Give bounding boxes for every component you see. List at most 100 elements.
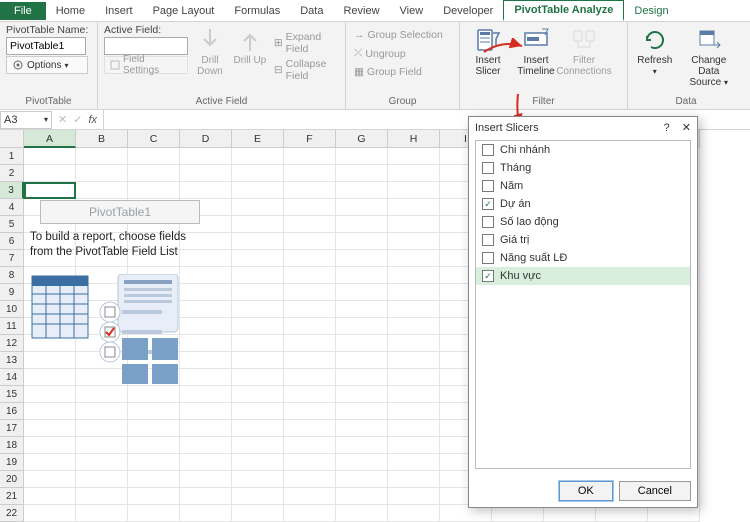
row-header[interactable]: 4 bbox=[0, 199, 24, 216]
cancel-button[interactable]: Cancel bbox=[619, 481, 691, 501]
tab-review[interactable]: Review bbox=[333, 2, 389, 20]
cell[interactable] bbox=[388, 369, 440, 386]
cell[interactable] bbox=[24, 420, 76, 437]
tab-home[interactable]: Home bbox=[46, 2, 95, 20]
pivottable-name-input[interactable] bbox=[6, 37, 86, 55]
tab-file[interactable]: File bbox=[0, 2, 46, 20]
change-data-source-button[interactable]: Change DataSource ▾ bbox=[680, 24, 738, 88]
cell[interactable] bbox=[232, 148, 284, 165]
cell[interactable] bbox=[336, 335, 388, 352]
dialog-help-button[interactable]: ? bbox=[664, 122, 670, 134]
cell[interactable] bbox=[284, 267, 336, 284]
cell[interactable] bbox=[76, 454, 128, 471]
fx-icon[interactable]: fx bbox=[88, 114, 97, 126]
cell[interactable] bbox=[388, 267, 440, 284]
cell[interactable] bbox=[336, 454, 388, 471]
cell[interactable] bbox=[24, 454, 76, 471]
cell[interactable] bbox=[232, 284, 284, 301]
slicer-field-item[interactable]: Năm bbox=[476, 177, 690, 195]
cell[interactable] bbox=[284, 216, 336, 233]
row-header[interactable]: 18 bbox=[0, 437, 24, 454]
column-header[interactable]: A bbox=[24, 130, 76, 148]
row-header[interactable]: 17 bbox=[0, 420, 24, 437]
ok-button[interactable]: OK bbox=[559, 481, 613, 501]
cell[interactable] bbox=[24, 386, 76, 403]
cell[interactable] bbox=[336, 250, 388, 267]
cell[interactable] bbox=[388, 199, 440, 216]
cell[interactable] bbox=[232, 471, 284, 488]
row-header[interactable]: 1 bbox=[0, 148, 24, 165]
cell[interactable] bbox=[388, 454, 440, 471]
row-header[interactable]: 9 bbox=[0, 284, 24, 301]
row-header[interactable]: 13 bbox=[0, 352, 24, 369]
cell[interactable] bbox=[388, 386, 440, 403]
cell[interactable] bbox=[336, 471, 388, 488]
checkbox[interactable] bbox=[482, 162, 494, 174]
row-header[interactable]: 5 bbox=[0, 216, 24, 233]
cell[interactable] bbox=[388, 352, 440, 369]
cell[interactable] bbox=[284, 182, 336, 199]
cell[interactable] bbox=[76, 165, 128, 182]
column-header[interactable]: G bbox=[336, 130, 388, 148]
cell[interactable] bbox=[232, 233, 284, 250]
cell[interactable] bbox=[180, 471, 232, 488]
row-header[interactable]: 6 bbox=[0, 233, 24, 250]
cell[interactable] bbox=[232, 437, 284, 454]
slicer-field-item[interactable]: Số lao động bbox=[476, 213, 690, 231]
dialog-close-button[interactable]: ✕ bbox=[682, 121, 691, 134]
column-header[interactable]: D bbox=[180, 130, 232, 148]
cell[interactable] bbox=[232, 403, 284, 420]
accept-formula-icon[interactable]: ✓ bbox=[73, 113, 82, 126]
drill-down-button[interactable]: Drill Down bbox=[192, 24, 228, 77]
cell[interactable] bbox=[24, 165, 76, 182]
cell[interactable] bbox=[180, 148, 232, 165]
cell[interactable] bbox=[284, 488, 336, 505]
column-header[interactable]: F bbox=[284, 130, 336, 148]
ungroup-button[interactable]: ⤫Ungroup bbox=[352, 46, 445, 61]
cell[interactable] bbox=[388, 216, 440, 233]
cell[interactable] bbox=[336, 352, 388, 369]
cell[interactable] bbox=[128, 437, 180, 454]
cell[interactable] bbox=[232, 318, 284, 335]
cell[interactable] bbox=[128, 454, 180, 471]
cell[interactable] bbox=[284, 403, 336, 420]
cell[interactable] bbox=[284, 199, 336, 216]
cell[interactable] bbox=[128, 420, 180, 437]
cell[interactable] bbox=[128, 386, 180, 403]
row-header[interactable]: 12 bbox=[0, 335, 24, 352]
cell[interactable] bbox=[336, 199, 388, 216]
tab-developer[interactable]: Developer bbox=[433, 2, 503, 20]
checkbox[interactable] bbox=[482, 144, 494, 156]
cancel-formula-icon[interactable]: ✕ bbox=[58, 113, 67, 126]
cell[interactable] bbox=[232, 199, 284, 216]
cell[interactable] bbox=[128, 182, 180, 199]
slicer-field-item[interactable]: Tháng bbox=[476, 159, 690, 177]
cell[interactable] bbox=[180, 386, 232, 403]
select-all-corner[interactable] bbox=[0, 130, 24, 148]
cell[interactable] bbox=[232, 352, 284, 369]
row-header[interactable]: 21 bbox=[0, 488, 24, 505]
cell[interactable] bbox=[336, 165, 388, 182]
column-header[interactable]: C bbox=[128, 130, 180, 148]
name-box[interactable]: A3 ▾ bbox=[0, 111, 52, 129]
row-header[interactable]: 10 bbox=[0, 301, 24, 318]
cell[interactable] bbox=[388, 420, 440, 437]
cell[interactable] bbox=[336, 420, 388, 437]
cell[interactable] bbox=[336, 284, 388, 301]
cell[interactable] bbox=[232, 267, 284, 284]
cell[interactable] bbox=[284, 437, 336, 454]
row-header[interactable]: 14 bbox=[0, 369, 24, 386]
collapse-field-button[interactable]: ⊟Collapse Field bbox=[272, 57, 339, 83]
tab-page-layout[interactable]: Page Layout bbox=[143, 2, 225, 20]
cell[interactable] bbox=[76, 488, 128, 505]
cell[interactable] bbox=[180, 420, 232, 437]
cell[interactable] bbox=[388, 233, 440, 250]
checkbox[interactable] bbox=[482, 252, 494, 264]
cell[interactable] bbox=[336, 301, 388, 318]
cell[interactable] bbox=[128, 471, 180, 488]
cell[interactable] bbox=[284, 335, 336, 352]
cell[interactable] bbox=[388, 165, 440, 182]
cell[interactable] bbox=[232, 165, 284, 182]
cell[interactable] bbox=[128, 403, 180, 420]
cell[interactable] bbox=[336, 233, 388, 250]
